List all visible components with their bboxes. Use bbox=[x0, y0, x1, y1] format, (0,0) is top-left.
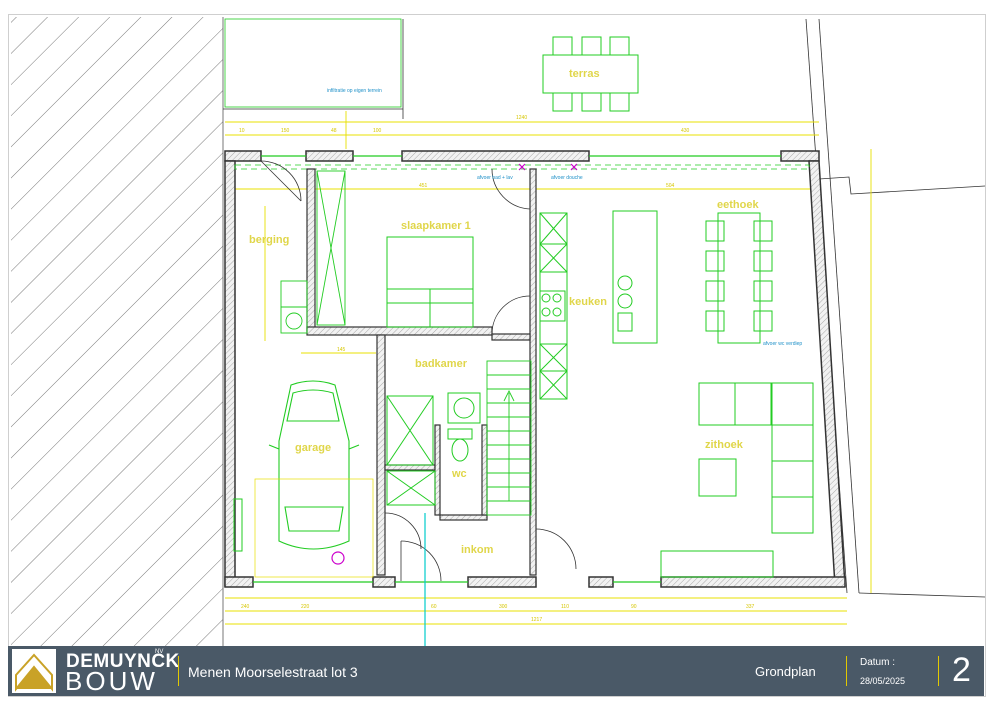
note-afvoer-wc: afvoer wc verdiep bbox=[763, 341, 802, 347]
room-label-zithoek: zithoek bbox=[705, 439, 744, 451]
brand-name-bottom: BOUW bbox=[65, 666, 158, 696]
room-label-berging: berging bbox=[249, 234, 289, 246]
neighbour-hatched-area bbox=[11, 17, 223, 647]
room-label-eethoek: eethoek bbox=[717, 199, 759, 211]
room-label-garage: garage bbox=[295, 442, 331, 454]
room-label-badkamer: badkamer bbox=[415, 358, 468, 370]
dimension-lines bbox=[225, 111, 872, 625]
drawing-sheet: infiltratie op eigen terrein terras 10 15… bbox=[8, 14, 986, 697]
house-logo-icon bbox=[15, 653, 53, 692]
svg-text:240: 240 bbox=[241, 604, 250, 610]
svg-text:220: 220 bbox=[301, 604, 310, 610]
separator bbox=[846, 656, 847, 686]
svg-text:1217: 1217 bbox=[531, 617, 542, 623]
drain-marker bbox=[331, 551, 345, 565]
separator bbox=[178, 656, 179, 686]
title-block: DEMUYNCK NV BOUW Menen Moorselestraat lo… bbox=[8, 646, 984, 696]
windows bbox=[253, 155, 781, 583]
bathroom-fixtures bbox=[386, 392, 481, 506]
svg-text:110: 110 bbox=[561, 604, 569, 610]
room-label-keuken: keuken bbox=[569, 296, 607, 308]
svg-text:90: 90 bbox=[631, 604, 637, 610]
staircase bbox=[486, 360, 532, 516]
svg-text:48: 48 bbox=[331, 128, 337, 134]
svg-text:1240: 1240 bbox=[516, 115, 527, 121]
car bbox=[254, 380, 374, 578]
note-afvoer-douche: afvoer douche bbox=[551, 175, 583, 181]
double-bed bbox=[386, 236, 474, 328]
room-label-inkom: inkom bbox=[461, 544, 494, 556]
svg-text:150: 150 bbox=[281, 128, 290, 134]
svg-text:145: 145 bbox=[337, 347, 346, 353]
company-logo bbox=[12, 649, 56, 693]
svg-text:504: 504 bbox=[666, 183, 675, 189]
svg-text:430: 430 bbox=[681, 128, 690, 134]
inner-walls bbox=[234, 164, 810, 576]
project-title: Menen Moorselestraat lot 3 bbox=[188, 664, 358, 680]
page-number: 2 bbox=[952, 651, 971, 689]
date-label: Datum : bbox=[860, 657, 896, 668]
separator bbox=[938, 656, 939, 686]
brand-nv: NV bbox=[155, 649, 164, 655]
note-afvoer-bad: afvoer bad + lav bbox=[477, 175, 513, 181]
svg-text:100: 100 bbox=[373, 128, 382, 134]
corner-sofa bbox=[660, 382, 814, 578]
svg-text:337: 337 bbox=[746, 604, 755, 610]
room-label-terras: terras bbox=[569, 68, 600, 80]
svg-text:451: 451 bbox=[419, 183, 428, 189]
plan-type: Grondplan bbox=[755, 664, 816, 679]
dimension-texts: 10 150 48 100 1240 430 451 504 145 240 220 60… bbox=[239, 115, 755, 623]
room-label-slaapkamer: slaapkamer 1 bbox=[401, 220, 471, 232]
floor-plan: infiltratie op eigen terrein terras 10 15… bbox=[11, 17, 985, 647]
dining-table bbox=[705, 212, 773, 344]
svg-text:60: 60 bbox=[431, 604, 437, 610]
infiltration-note: infiltratie op eigen terrein bbox=[327, 88, 382, 94]
room-label-wc: wc bbox=[451, 468, 467, 480]
date-value: 28/05/2025 bbox=[860, 676, 906, 686]
svg-text:300: 300 bbox=[499, 604, 508, 610]
svg-text:10: 10 bbox=[239, 128, 245, 134]
